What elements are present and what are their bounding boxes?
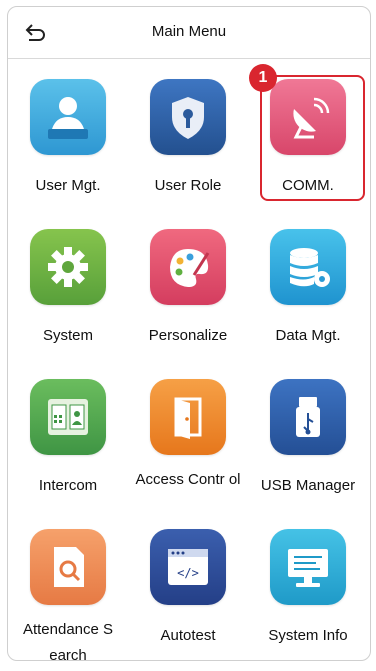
- svg-text:</>: </>: [177, 566, 199, 580]
- user-role-shield-icon: [150, 79, 226, 155]
- menu-item-intercom[interactable]: Intercom: [8, 359, 128, 494]
- user-management-icon: [30, 79, 106, 155]
- menu-item-personalize[interactable]: Personalize: [128, 209, 248, 344]
- system-gear-icon: [30, 229, 106, 305]
- data-management-icon: [270, 229, 346, 305]
- menu-item-user-role[interactable]: User Role: [128, 59, 248, 194]
- menu-item-autotest[interactable]: </> Autotest: [128, 509, 248, 644]
- menu-item-system-info[interactable]: System Info: [248, 509, 368, 644]
- menu-item-usb-manager[interactable]: USB Manager: [248, 359, 368, 494]
- step-badge: 1: [249, 64, 277, 92]
- menu-item-access-control[interactable]: Access Contr ol: [128, 359, 248, 489]
- intercom-icon: [30, 379, 106, 455]
- personalize-palette-icon: [150, 229, 226, 305]
- header: Main Menu: [8, 7, 370, 59]
- menu-item-user-mgt[interactable]: User Mgt.: [8, 59, 128, 194]
- autotest-icon: </>: [150, 529, 226, 605]
- menu-item-attendance-search[interactable]: Attendance S earch: [8, 509, 128, 660]
- access-control-door-icon: [150, 379, 226, 455]
- page-title: Main Menu: [151, 23, 227, 40]
- menu-item-system[interactable]: System: [8, 209, 128, 344]
- menu-item-data-mgt[interactable]: Data Mgt.: [248, 209, 368, 344]
- app-window: Main Menu User Mgt. User Role COMM. Syst…: [7, 6, 371, 661]
- system-info-monitor-icon: [270, 529, 346, 605]
- selection-highlight: [260, 75, 365, 201]
- attendance-search-icon: [30, 529, 106, 605]
- usb-icon: [270, 379, 346, 455]
